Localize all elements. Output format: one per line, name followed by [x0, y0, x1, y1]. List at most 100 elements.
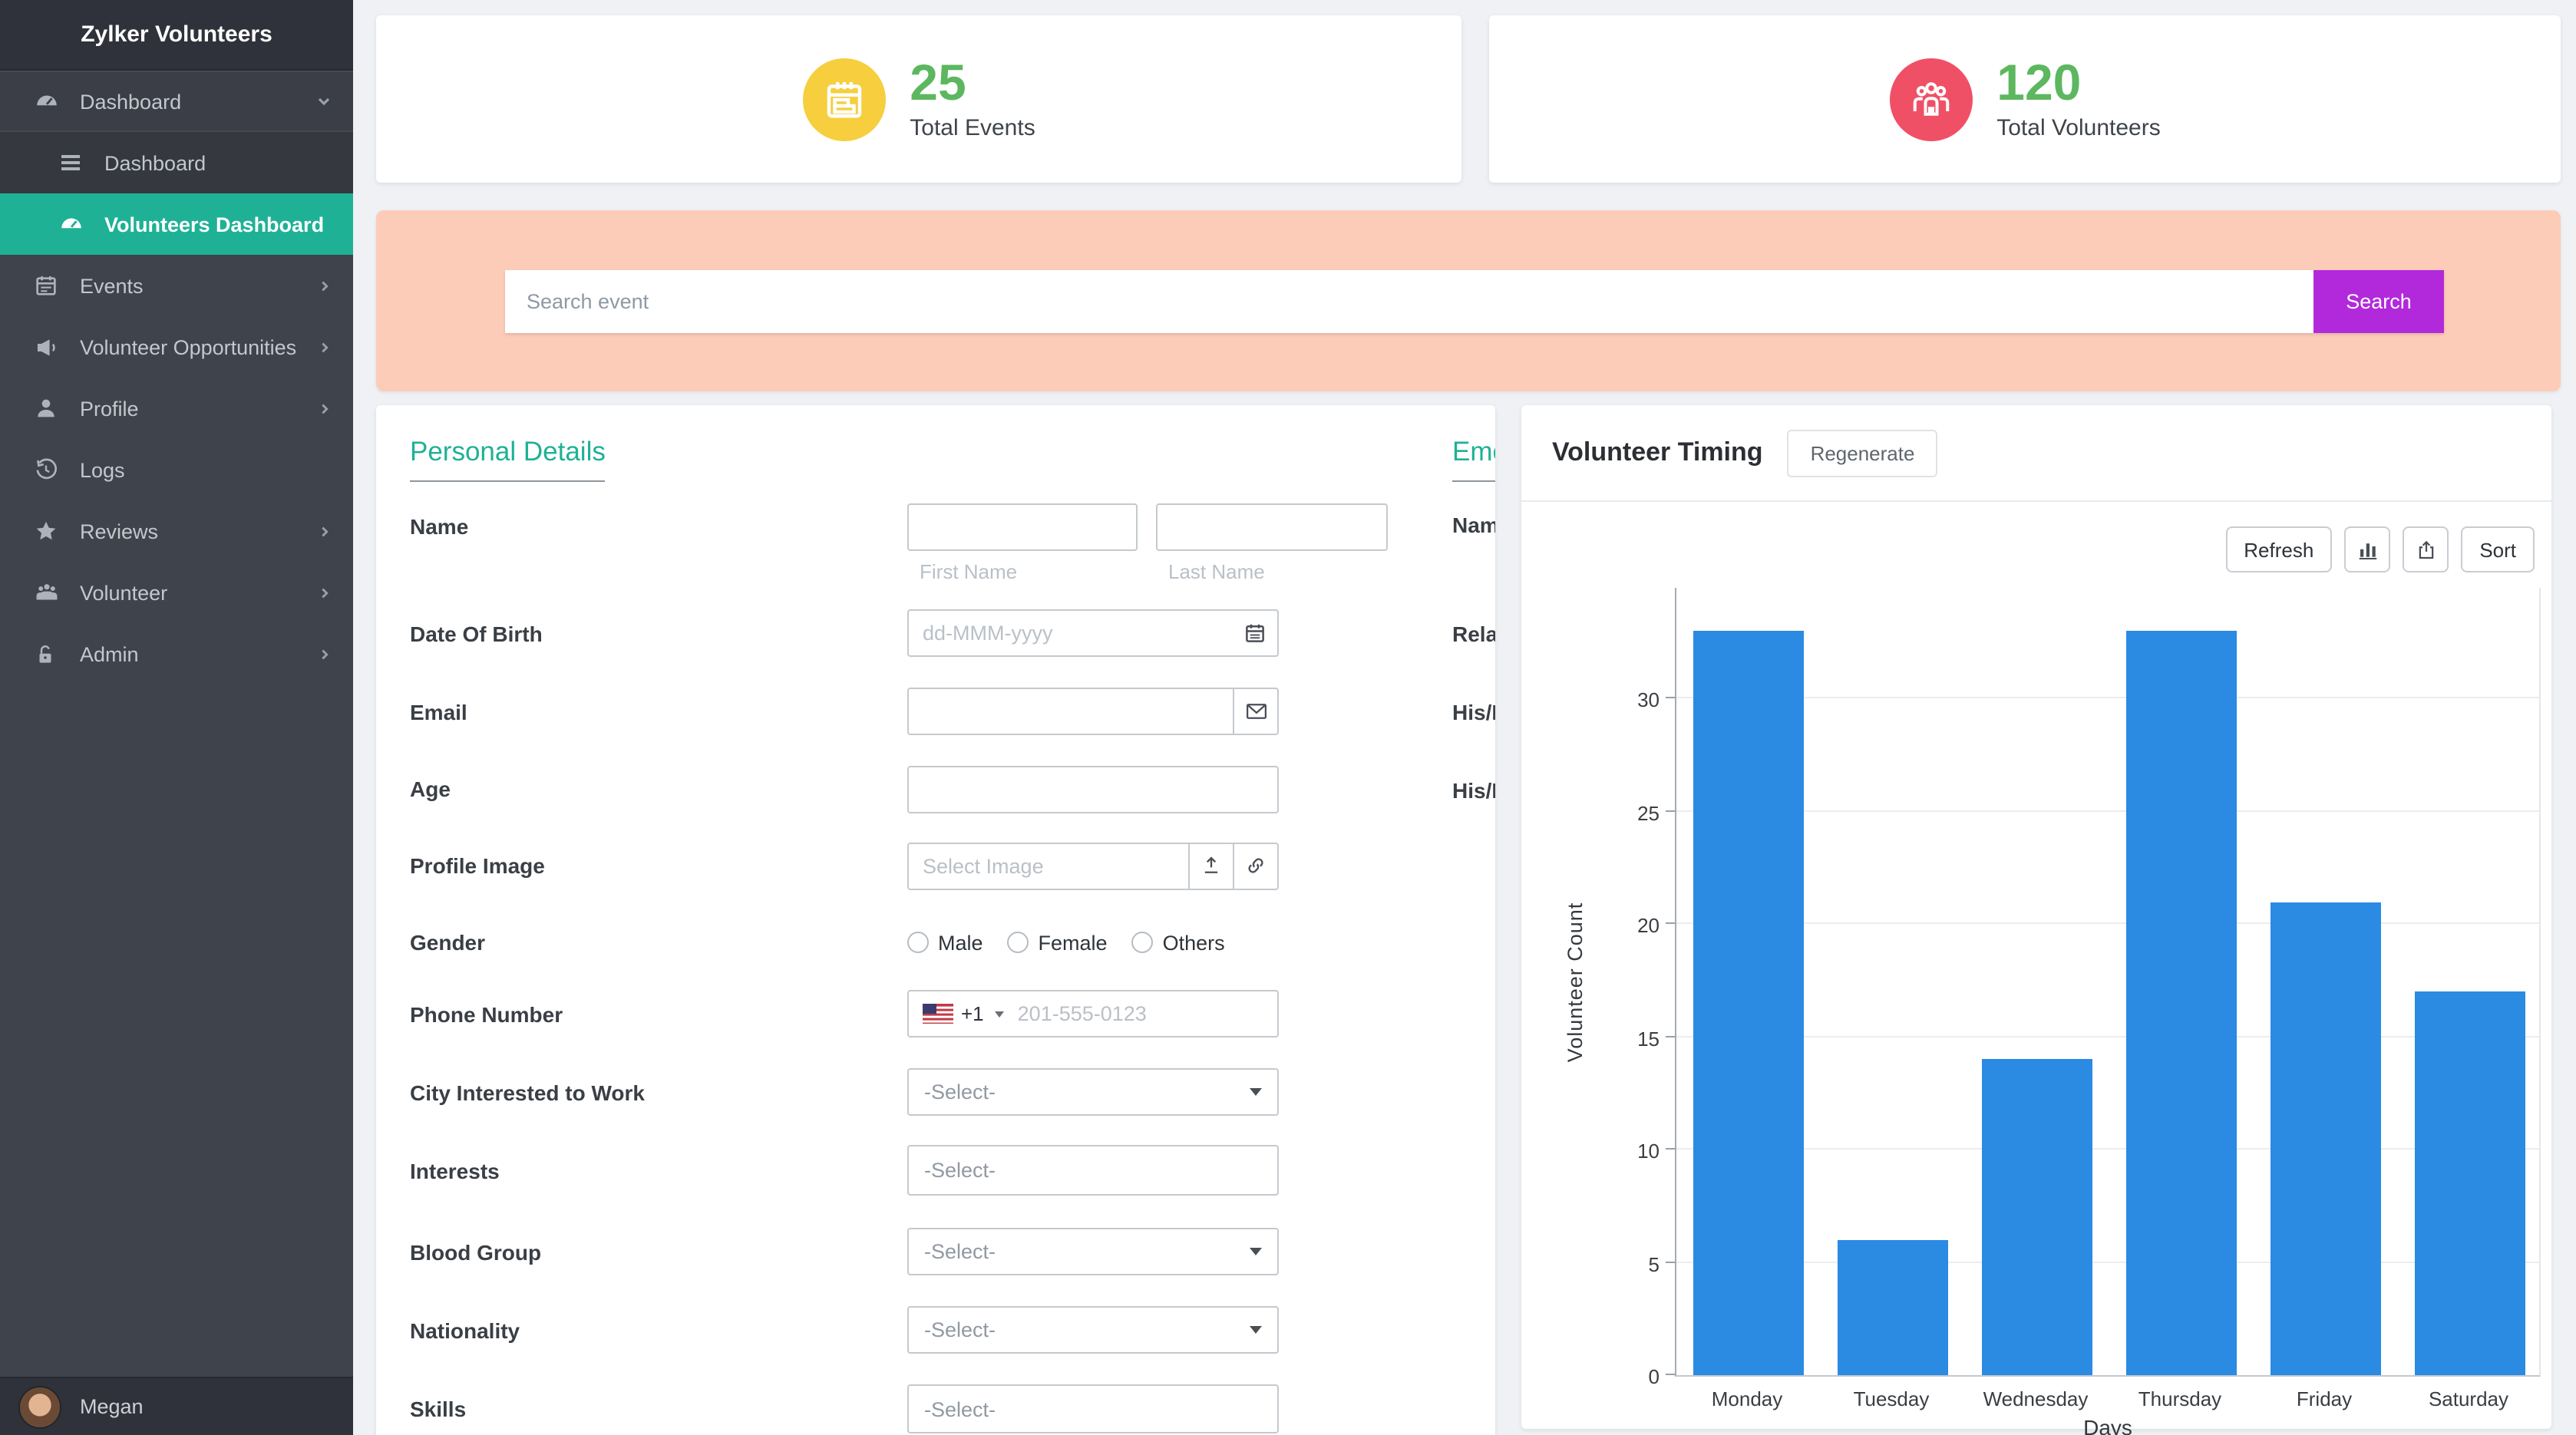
gender-radio-male[interactable]: Male	[907, 931, 983, 954]
total-events-value: 25	[910, 57, 1035, 107]
total-volunteers-label: Total Volunteers	[1996, 115, 2161, 141]
y-tick-label: 0	[1649, 1365, 1660, 1388]
chevron-down-icon	[316, 94, 332, 109]
y-tick-label: 30	[1637, 689, 1660, 712]
search-banner: Search	[376, 210, 2561, 391]
y-tick-label: 10	[1637, 1140, 1660, 1163]
country-code-selector[interactable]: +1	[909, 1002, 1004, 1025]
chevron-right-icon	[318, 586, 332, 599]
last-name-hint: Last Name	[1156, 559, 1265, 582]
user-menu[interactable]: Megan	[0, 1377, 353, 1435]
sidebar-item-label: Volunteer	[80, 581, 167, 604]
radio-icon	[907, 932, 929, 953]
calendar-icon	[34, 272, 60, 299]
nationality-label: Nationality	[410, 1318, 870, 1342]
search-input[interactable]	[505, 270, 2313, 333]
city-select[interactable]: -Select-	[907, 1068, 1279, 1116]
chart-plot	[1675, 588, 2541, 1377]
total-volunteers-value: 120	[1996, 57, 2161, 107]
blood-group-label: Blood Group	[410, 1239, 870, 1264]
gauge-icon	[58, 211, 84, 237]
calendar-icon	[802, 58, 885, 140]
gridline	[1676, 1261, 2539, 1262]
y-tick-label: 25	[1637, 802, 1660, 825]
chart-yticks: 051015202530	[1604, 588, 1666, 1377]
total-volunteers-card: 120 Total Volunteers	[1489, 15, 2561, 183]
y-tick-mark	[1666, 698, 1675, 699]
first-name-hint: First Name	[907, 559, 1156, 582]
sidebar-item-label: Logs	[80, 458, 125, 481]
gauge-icon	[34, 88, 60, 114]
gridline	[1676, 1148, 2539, 1150]
x-tick-label: Wednesday	[1963, 1387, 2108, 1410]
sidebar-item-profile[interactable]: Profile	[0, 378, 353, 439]
chevron-right-icon	[318, 279, 332, 292]
bar-chart-icon[interactable]	[2344, 526, 2390, 572]
y-tick-mark	[1666, 923, 1675, 925]
sidebar-item-label: Admin	[80, 642, 139, 665]
dob-input[interactable]	[909, 611, 1233, 655]
y-tick-mark	[1666, 1374, 1675, 1375]
sidebar-item-dashboard[interactable]: Dashboard	[0, 132, 353, 193]
export-icon[interactable]	[2403, 526, 2449, 572]
y-tick-label: 15	[1637, 1027, 1660, 1050]
regenerate-button[interactable]: Regenerate	[1788, 429, 1938, 477]
emergency-name-label: Name	[1452, 513, 1495, 537]
search-button[interactable]: Search	[2313, 270, 2444, 333]
chevron-down-icon	[1250, 1248, 1262, 1255]
sort-button[interactable]: Sort	[2461, 526, 2535, 572]
sidebar-item-label: Dashboard	[104, 151, 206, 174]
sidebar-item-admin[interactable]: Admin	[0, 623, 353, 685]
link-icon[interactable]	[1233, 843, 1277, 888]
people-icon	[1889, 58, 1972, 140]
email-label: Email	[410, 699, 870, 724]
nationality-select[interactable]: -Select-	[907, 1306, 1279, 1354]
personal-details-title: Personal Details	[410, 436, 606, 482]
gender-radio-female[interactable]: Female	[1008, 931, 1108, 954]
emergency-relation-label: Relatio	[1452, 622, 1495, 646]
first-name-input[interactable]	[909, 504, 1136, 549]
refresh-button[interactable]: Refresh	[2225, 526, 2332, 572]
sidebar: Zylker Volunteers Dashboard Dashboard Vo…	[0, 0, 353, 1435]
skills-select[interactable]: -Select-	[907, 1384, 1279, 1433]
upload-icon[interactable]	[1188, 843, 1233, 888]
sidebar-item-volunteer[interactable]: Volunteer	[0, 562, 353, 623]
sidebar-item-dashboard-parent[interactable]: Dashboard	[0, 71, 353, 132]
bar-friday	[2271, 902, 2381, 1375]
profile-image-input[interactable]	[909, 843, 1188, 888]
megaphone-icon	[34, 334, 60, 360]
interests-select[interactable]: -Select-	[907, 1145, 1279, 1196]
total-events-label: Total Events	[910, 115, 1035, 141]
sidebar-item-label: Volunteer Opportunities	[80, 335, 296, 358]
phone-input[interactable]	[1004, 991, 1277, 1036]
bar-monday	[1693, 632, 1804, 1375]
bar-tuesday	[1838, 1240, 1948, 1375]
user-name: Megan	[80, 1395, 144, 1418]
y-tick-label: 5	[1649, 1252, 1660, 1275]
y-tick-mark	[1666, 1261, 1675, 1262]
emergency-section-title: Emer	[1452, 436, 1495, 482]
sidebar-item-events[interactable]: Events	[0, 255, 353, 316]
chevron-down-icon	[995, 1011, 1004, 1017]
age-label: Age	[410, 777, 870, 801]
calendar-icon[interactable]	[1233, 611, 1277, 655]
sidebar-item-volunteer-opportunities[interactable]: Volunteer Opportunities	[0, 316, 353, 378]
chart-title: Volunteer Timing	[1552, 437, 1763, 468]
blood-group-select[interactable]: -Select-	[907, 1228, 1279, 1275]
y-axis-title: Volunteer Count	[1564, 902, 1587, 1063]
gender-radio-others[interactable]: Others	[1132, 931, 1225, 954]
bar-wednesday	[1982, 1060, 2092, 1375]
age-input[interactable]	[909, 767, 1277, 811]
last-name-input[interactable]	[1158, 504, 1386, 549]
email-input[interactable]	[909, 689, 1233, 734]
volunteer-timing-card: Volunteer Timing Regenerate Refresh Sort…	[1521, 405, 2551, 1429]
sidebar-item-volunteers-dashboard[interactable]: Volunteers Dashboard	[0, 193, 353, 255]
sidebar-item-logs[interactable]: Logs	[0, 439, 353, 500]
dob-label: Date Of Birth	[410, 621, 870, 645]
gender-label: Gender	[410, 930, 870, 955]
x-tick-label: Friday	[2252, 1387, 2396, 1410]
y-tick-mark	[1666, 1148, 1675, 1150]
gridline	[1676, 1035, 2539, 1037]
menu-lines-icon	[58, 150, 84, 176]
sidebar-item-reviews[interactable]: Reviews	[0, 500, 353, 562]
